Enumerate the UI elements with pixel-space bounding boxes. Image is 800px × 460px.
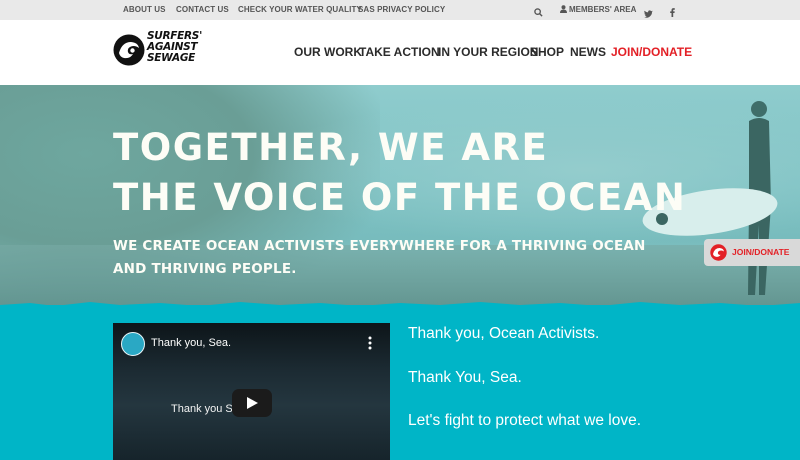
nav-join-donate[interactable]: JOIN/DONATE [611,45,692,59]
about-us-link[interactable]: ABOUT US [123,0,166,20]
sas-logo-icon [710,244,727,261]
hero-title-line-1: TOGETHER, WE ARE [113,126,549,169]
video-section: Thank you, Sea. Thank you Sea. Thank you… [0,305,800,460]
twitter-icon[interactable] [644,6,654,18]
sas-logo[interactable]: SURFERS' AGAINST SEWAGE [113,30,208,75]
search-icon[interactable] [534,5,544,17]
logo-line-3: SEWAGE [147,52,196,64]
message-line-1: Thank you, Ocean Activists. [408,325,600,342]
hero-title-line-2: THE VOICE OF THE OCEAN [113,176,687,219]
hero-banner: TOGETHER, WE ARE THE VOICE OF THE OCEAN … [0,85,800,305]
user-icon [560,1,567,21]
logo-wordmark: SURFERS' AGAINST SEWAGE [147,31,202,64]
nav-take-action[interactable]: TAKE ACTION [359,45,440,59]
side-join-donate-button[interactable]: JOIN/DONATE [704,239,800,266]
play-icon [247,397,258,409]
facebook-icon[interactable] [670,5,676,17]
site-header: SURFERS' AGAINST SEWAGE OUR WORK TAKE AC… [0,20,800,85]
nav-in-your-region[interactable]: IN YOUR REGION [438,45,538,59]
play-button[interactable] [232,389,272,417]
video-title[interactable]: Thank you, Sea. [151,337,231,349]
check-water-quality-link[interactable]: CHECK YOUR WATER QUALITY [238,0,362,20]
privacy-policy-link[interactable]: SAS PRIVACY POLICY [358,0,445,20]
video-menu-icon[interactable] [365,335,375,351]
members-area-label: MEMBERS' AREA [569,5,637,14]
channel-avatar-icon[interactable] [121,332,145,356]
hero-subtitle: WE CREATE OCEAN ACTIVISTS EVERYWHERE FOR… [113,238,646,277]
sas-wave-logo-icon [113,34,145,66]
top-utility-bar: ABOUT US CONTACT US CHECK YOUR WATER QUA… [0,0,800,20]
video-player[interactable]: Thank you, Sea. Thank you Sea. [113,323,390,460]
hero-title: TOGETHER, WE ARE THE VOICE OF THE OCEAN [113,123,686,223]
message-line-3: Let's fight to protect what we love. [408,412,641,429]
side-join-label: JOIN/DONATE [732,247,790,257]
message-line-2: Thank You, Sea. [408,369,522,386]
nav-shop[interactable]: SHOP [530,45,564,59]
nav-our-work[interactable]: OUR WORK [294,45,362,59]
members-area-link[interactable]: MEMBERS' AREA [560,0,636,20]
contact-us-link[interactable]: CONTACT US [176,0,229,20]
nav-news[interactable]: NEWS [570,45,606,59]
